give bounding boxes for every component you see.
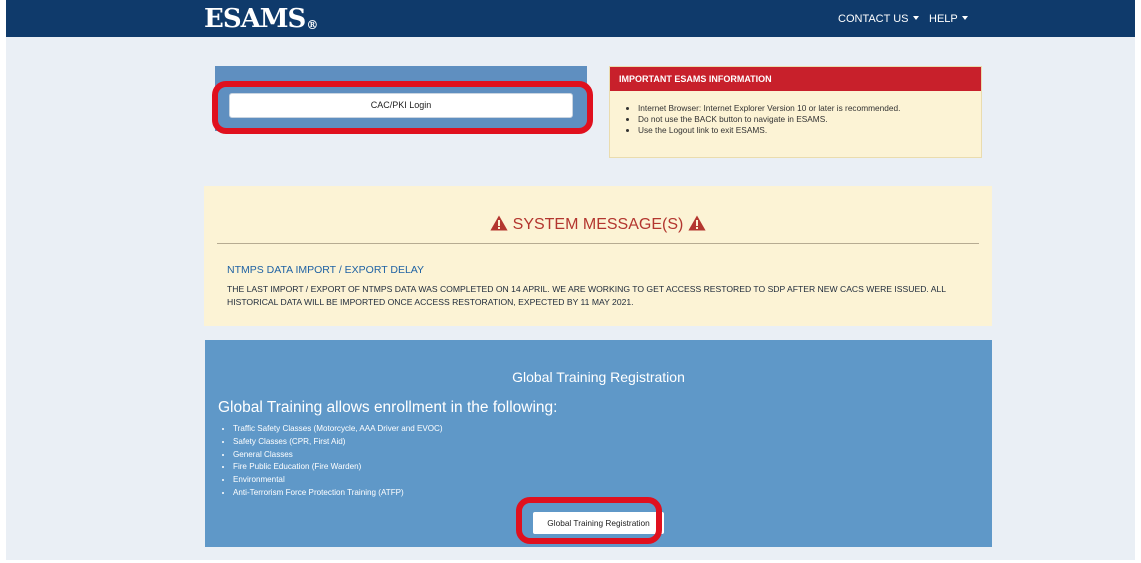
important-info-panel: IMPORTANT ESAMS INFORMATION Internet Bro… xyxy=(609,66,982,158)
list-item: Traffic Safety Classes (Motorcycle, AAA … xyxy=(233,423,443,436)
system-message-subtitle: NTMPS DATA IMPORT / EXPORT DELAY xyxy=(227,264,425,276)
highlight-ring-login xyxy=(212,81,593,134)
contact-us-label: CONTACT US xyxy=(838,13,909,25)
list-item: Fire Public Education (Fire Warden) xyxy=(233,461,443,474)
list-item: Use the Logout link to exit ESAMS. xyxy=(638,125,900,136)
caret-down-icon xyxy=(912,16,919,20)
registered-mark: ® xyxy=(306,18,318,32)
system-messages-panel: SYSTEM MESSAGE(S) NTMPS DATA IMPORT / EX… xyxy=(204,186,992,326)
list-item: General Classes xyxy=(233,449,443,462)
list-item: Internet Browser: Internet Explorer Vers… xyxy=(638,103,900,114)
help-label: HELP xyxy=(929,13,958,25)
top-navbar: ESAMS® CONTACT US HELP xyxy=(6,0,1135,37)
list-item: Anti-Terrorism Force Protection Training… xyxy=(233,487,443,500)
logo-text: ESAMS xyxy=(204,4,306,34)
important-info-heading: IMPORTANT ESAMS INFORMATION xyxy=(610,67,981,91)
system-messages-title-text: SYSTEM MESSAGE(S) xyxy=(512,216,684,233)
global-training-title: Global Training Registration xyxy=(512,369,685,385)
warning-icon xyxy=(490,215,508,231)
system-message-body: THE LAST IMPORT / EXPORT OF NTMPS DATA W… xyxy=(227,284,946,307)
divider xyxy=(217,243,979,244)
highlight-ring-global-training xyxy=(516,497,662,544)
contact-us-menu[interactable]: CONTACT US xyxy=(838,12,919,26)
system-messages-title: SYSTEM MESSAGE(S) xyxy=(204,215,992,235)
list-item: Environmental xyxy=(233,474,443,487)
global-training-subtitle: Global Training allows enrollment in the… xyxy=(218,399,558,416)
caret-down-icon xyxy=(961,16,968,20)
page-frame: ESAMS® CONTACT US HELP CAC/PKI Login IMP… xyxy=(6,0,1135,560)
global-training-list: Traffic Safety Classes (Motorcycle, AAA … xyxy=(233,423,443,500)
list-item: Do not use the BACK button to navigate i… xyxy=(638,114,900,125)
esams-logo[interactable]: ESAMS® xyxy=(204,4,318,39)
important-info-list: Internet Browser: Internet Explorer Vers… xyxy=(634,103,900,136)
warning-icon xyxy=(688,215,706,231)
list-item: Safety Classes (CPR, First Aid) xyxy=(233,436,443,449)
help-menu[interactable]: HELP xyxy=(929,12,968,26)
